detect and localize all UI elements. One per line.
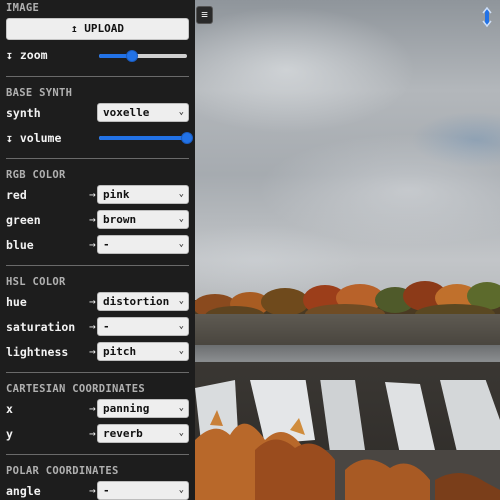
cartesian-section: CARTESIAN COORDINATES x → panning ⌄ y → reverb… [0, 373, 195, 446]
upload-button[interactable]: ↥ UPLOAD [6, 18, 189, 40]
hsl-hue-label: hue [6, 294, 27, 309]
arrow-right-icon: → [89, 427, 96, 440]
rgb-green-label: green [6, 212, 41, 227]
hsl-lightness-label: lightness [6, 344, 69, 359]
section-title-base-synth: BASE SYNTH [6, 87, 73, 99]
panel-toggle-button[interactable]: ≡ [196, 6, 213, 24]
chevron-down-icon: ⌄ [178, 296, 184, 306]
hsl-row-lightness: lightness → pitch ⌄ [6, 339, 189, 364]
rgb-red-select[interactable]: pink ⌄ [97, 185, 189, 204]
section-title-hsl: HSL COLOR [6, 276, 66, 288]
chevron-down-icon: ⌄ [178, 403, 184, 413]
hsl-row-saturation: saturation → - ⌄ [6, 314, 189, 339]
cartesian-x-label: x [6, 401, 13, 416]
sync-icon[interactable] [480, 6, 494, 28]
hsl-hue-select-value: distortion [103, 295, 170, 308]
polar-angle-label: angle [6, 483, 41, 498]
hamburger-icon: ≡ [201, 8, 208, 21]
zoom-row: ↧ zoom [6, 40, 189, 70]
polar-row-angle: angle → - ⌄ [6, 478, 189, 500]
arrow-right-icon: → [89, 238, 96, 251]
slider-thumb[interactable] [181, 132, 193, 144]
polar-angle-select[interactable]: - ⌄ [97, 481, 189, 500]
rgb-color-section: RGB COLOR red → pink ⌄ green → brown ⌄ blue → - ⌄ [0, 159, 195, 257]
chevron-down-icon: ⌄ [178, 214, 184, 224]
arrow-right-icon: → [89, 295, 96, 308]
section-title-polar: POLAR COORDINATES [6, 465, 119, 477]
cartesian-row-y: y → reverb ⌄ [6, 421, 189, 446]
hsl-saturation-label: saturation [6, 319, 76, 334]
zoom-slider[interactable] [97, 46, 189, 65]
control-panel: IMAGE ↥ UPLOAD ↧ zoom BASE SYNTH synth v… [0, 0, 195, 500]
synth-select-value: voxelle [103, 106, 150, 119]
arrow-right-icon: → [89, 188, 96, 201]
arrow-right-icon: → [89, 402, 96, 415]
arrow-right-icon: → [89, 320, 96, 333]
chevron-down-icon: ⌄ [178, 107, 184, 117]
rgb-blue-select-value: - [103, 238, 110, 251]
chevron-down-icon: ⌄ [178, 428, 184, 438]
rgb-green-select[interactable]: brown ⌄ [97, 210, 189, 229]
cartesian-y-select[interactable]: reverb ⌄ [97, 424, 189, 443]
rgb-blue-label: blue [6, 237, 34, 252]
hsl-saturation-select-value: - [103, 320, 110, 333]
cartesian-y-select-value: reverb [103, 427, 143, 440]
hsl-saturation-select[interactable]: - ⌄ [97, 317, 189, 336]
volume-row: ↧ volume [6, 125, 193, 150]
volume-slider[interactable] [97, 128, 193, 147]
hsl-row-hue: hue → distortion ⌄ [6, 289, 189, 314]
synth-select[interactable]: voxelle ⌄ [97, 103, 189, 122]
rgb-row-blue: blue → - ⌄ [6, 232, 189, 257]
chevron-down-icon: ⌄ [178, 189, 184, 199]
volume-label: ↧ volume [6, 130, 62, 145]
slider-thumb[interactable] [126, 49, 139, 62]
arrow-right-icon: → [89, 484, 96, 497]
rgb-red-label: red [6, 187, 27, 202]
rgb-row-red: red → pink ⌄ [6, 182, 189, 207]
chevron-down-icon: ⌄ [178, 485, 184, 495]
synth-label: synth [6, 105, 41, 120]
chevron-down-icon: ⌄ [178, 321, 184, 331]
polar-angle-select-value: - [103, 484, 110, 497]
hsl-lightness-select[interactable]: pitch ⌄ [97, 342, 189, 361]
chevron-down-icon: ⌄ [178, 239, 184, 249]
cartesian-y-label: y [6, 426, 13, 441]
rgb-blue-select[interactable]: - ⌄ [97, 235, 189, 254]
arrow-right-icon: → [89, 345, 96, 358]
cartesian-x-select[interactable]: panning ⌄ [97, 399, 189, 418]
hsl-hue-select[interactable]: distortion ⌄ [97, 292, 189, 311]
chevron-down-icon: ⌄ [178, 346, 184, 356]
base-synth-section: BASE SYNTH synth voxelle ⌄ ↧ volume [0, 77, 195, 150]
cartesian-row-x: x → panning ⌄ [6, 396, 189, 421]
image-section: IMAGE ↥ UPLOAD ↧ zoom [0, 0, 195, 70]
section-title-cartesian: CARTESIAN COORDINATES [6, 383, 146, 395]
polar-section: POLAR COORDINATES angle → - ⌄ [0, 455, 195, 500]
rgb-row-green: green → brown ⌄ [6, 207, 189, 232]
rgb-green-select-value: brown [103, 213, 137, 226]
waterfall-and-foliage [195, 380, 500, 500]
hsl-color-section: HSL COLOR hue → distortion ⌄ saturation → - ⌄ li… [0, 266, 195, 364]
hsl-lightness-select-value: pitch [103, 345, 137, 358]
rgb-red-select-value: pink [103, 188, 130, 201]
arrow-right-icon: → [89, 213, 96, 226]
section-title-rgb: RGB COLOR [6, 169, 66, 181]
synth-row: synth voxelle ⌄ [6, 100, 189, 125]
section-title-image: IMAGE [6, 2, 40, 14]
zoom-label: ↧ zoom [6, 48, 48, 62]
image-viewport[interactable] [195, 0, 500, 500]
cartesian-x-select-value: panning [103, 402, 150, 415]
